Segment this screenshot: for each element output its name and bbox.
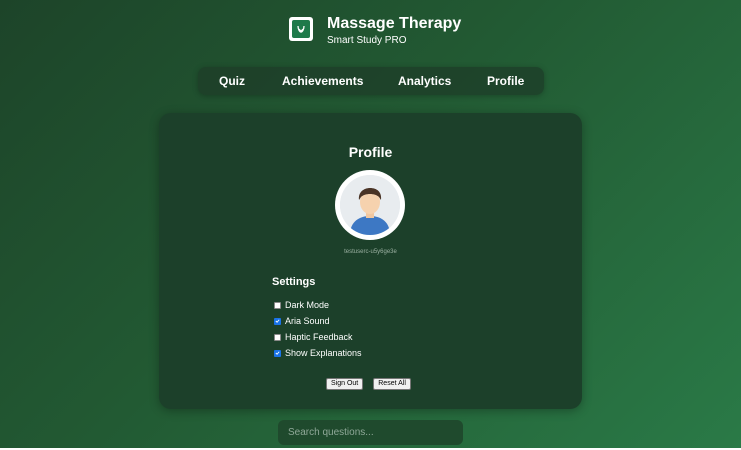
search-input[interactable] <box>278 420 463 445</box>
dark-mode-checkbox[interactable] <box>274 301 281 309</box>
show-explanations-checkbox[interactable] <box>274 349 281 357</box>
avatar <box>335 170 405 240</box>
setting-show-explanations[interactable]: Show Explanations <box>274 348 362 358</box>
setting-dark-mode[interactable]: Dark Mode <box>274 300 329 310</box>
profile-actions: Sign Out Reset All <box>326 378 411 390</box>
app-title: Massage Therapy <box>327 15 462 32</box>
setting-label: Haptic Feedback <box>285 332 353 342</box>
sign-out-button[interactable]: Sign Out <box>326 378 364 390</box>
app-subtitle: Smart Study PRO <box>327 35 407 46</box>
app-header: Massage Therapy Smart Study PRO <box>289 15 461 47</box>
nav-item-quiz[interactable]: Quiz <box>219 74 245 88</box>
haptic-feedback-checkbox[interactable] <box>274 333 281 341</box>
profile-card: Profile testuserc-u5y6ge3e Settings Dark… <box>159 113 582 409</box>
setting-label: Aria Sound <box>285 316 330 326</box>
setting-label: Show Explanations <box>285 348 362 358</box>
main-nav: Quiz Achievements Analytics Profile <box>198 67 544 95</box>
leaf-logo-icon <box>289 17 313 41</box>
nav-item-profile[interactable]: Profile <box>487 74 524 88</box>
setting-haptic-feedback[interactable]: Haptic Feedback <box>274 332 353 342</box>
username: testuserc-u5y6ge3e <box>344 249 397 255</box>
reset-all-button[interactable]: Reset All <box>373 378 411 390</box>
nav-item-achievements[interactable]: Achievements <box>282 74 363 88</box>
aria-sound-checkbox[interactable] <box>274 317 281 325</box>
user-avatar-icon <box>340 175 400 235</box>
nav-item-analytics[interactable]: Analytics <box>398 74 451 88</box>
setting-label: Dark Mode <box>285 300 330 310</box>
setting-aria-sound[interactable]: Aria Sound <box>274 316 330 326</box>
settings-heading: Settings <box>272 276 316 288</box>
profile-title: Profile <box>348 144 393 160</box>
